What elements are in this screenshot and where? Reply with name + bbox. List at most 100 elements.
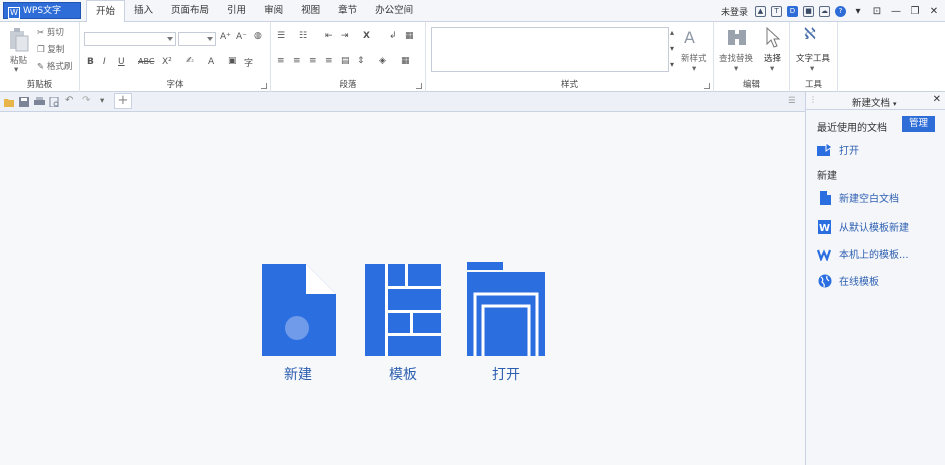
cloud-icon[interactable]: ☁ xyxy=(819,5,830,17)
image-icon[interactable]: ▲ xyxy=(755,5,766,17)
shirt-icon[interactable]: T xyxy=(771,5,782,17)
help-icon[interactable]: ? xyxy=(835,5,846,17)
bold-button[interactable]: B xyxy=(87,57,94,67)
align-center-icon[interactable]: ≡ xyxy=(293,56,301,66)
select-button[interactable]: 选择 xyxy=(764,52,781,64)
login-link[interactable]: 未登录 xyxy=(721,5,748,18)
bullet-list-icon[interactable]: ☰ xyxy=(277,31,285,41)
highlight-icon[interactable]: ✍ xyxy=(186,56,194,66)
print-preview-icon[interactable] xyxy=(49,97,60,107)
open-label[interactable]: 打开 xyxy=(461,364,551,384)
justify-icon[interactable]: ≡ xyxy=(325,56,333,66)
undo-icon[interactable]: ↶ xyxy=(65,95,73,106)
font-color-button[interactable]: A xyxy=(208,57,214,67)
tab-review[interactable]: 审阅 xyxy=(255,0,292,22)
tab-insert[interactable]: 插入 xyxy=(125,0,162,22)
cut-button[interactable]: ✂ 剪切 xyxy=(37,26,64,38)
line-spacing-icon[interactable]: ⇕ xyxy=(357,56,365,66)
borders-icon[interactable]: ▦ xyxy=(401,56,410,66)
new-style-dropdown-icon[interactable]: ▾ xyxy=(692,64,696,74)
copy-button[interactable]: ❐ 复制 xyxy=(37,43,64,55)
align-right-icon[interactable]: ≡ xyxy=(309,56,317,66)
template-label[interactable]: 模板 xyxy=(358,364,448,384)
gift-icon[interactable]: ■ xyxy=(803,5,814,17)
font-dialog-launcher[interactable] xyxy=(261,83,267,89)
select-dropdown-icon[interactable]: ▾ xyxy=(770,64,774,74)
gallery-more-icon[interactable]: ▾ xyxy=(670,60,674,69)
new-document-icon[interactable] xyxy=(262,264,336,356)
paste-dropdown-icon[interactable]: ▾ xyxy=(14,65,18,75)
chevron-down-icon xyxy=(167,37,173,41)
new-style-button[interactable]: 新样式 xyxy=(681,52,707,64)
restore-icon[interactable]: ❐ xyxy=(908,6,922,17)
gallery-down-icon[interactable]: ▾ xyxy=(670,44,674,53)
tab-section[interactable]: 章节 xyxy=(329,0,366,22)
open-link[interactable]: 打开 xyxy=(817,142,859,157)
find-replace-button[interactable]: 查找替换 xyxy=(719,52,753,64)
styles-gallery[interactable] xyxy=(431,27,669,72)
print-icon[interactable] xyxy=(34,97,45,107)
tab-office-space[interactable]: 办公空间 xyxy=(366,0,422,22)
shading-icon[interactable]: ◈ xyxy=(379,56,386,66)
template-icon[interactable] xyxy=(365,264,441,356)
text-box-icon[interactable]: ▦ xyxy=(405,31,414,41)
strikethrough-button[interactable]: ABC xyxy=(138,57,154,66)
customize-toolbar-icon[interactable]: ▾ xyxy=(100,96,104,106)
tab-page-layout[interactable]: 页面布局 xyxy=(162,0,218,22)
text-tools-button[interactable]: 文字工具 xyxy=(796,52,830,64)
increase-indent-icon[interactable]: ⇥ xyxy=(341,31,349,41)
clear-format-icon[interactable]: ◍ xyxy=(254,31,262,41)
italic-button[interactable]: I xyxy=(103,57,106,67)
grip-icon[interactable]: ⋮ xyxy=(809,95,817,104)
show-marks-icon[interactable]: ↲ xyxy=(389,31,397,41)
font-name-select[interactable] xyxy=(84,32,176,46)
superscript-button[interactable]: X² xyxy=(162,57,172,67)
decrease-indent-icon[interactable]: ⇤ xyxy=(325,31,333,41)
styles-dialog-launcher[interactable] xyxy=(704,83,710,89)
close-pane-icon[interactable]: ✕ xyxy=(933,94,941,105)
paste-button[interactable]: 粘贴 xyxy=(10,54,27,66)
online-template-link[interactable]: 在线模板 xyxy=(817,273,879,288)
chevron-down-icon: ▾ xyxy=(893,100,897,108)
find-replace-icon xyxy=(728,30,746,45)
wps-window: W WPS文字 开始 插入 页面布局 引用 审阅 视图 章节 办公空间 未登录 ▲… xyxy=(0,0,945,465)
local-template-link[interactable]: 本机上的模板... xyxy=(817,246,909,261)
format-painter-button[interactable]: ✎ 格式刷 xyxy=(37,60,72,72)
redo-icon[interactable]: ↷ xyxy=(82,95,90,106)
copy-icon: ❐ xyxy=(37,45,45,55)
align-left-icon[interactable]: ≡ xyxy=(277,56,285,66)
manage-button[interactable]: 管理 xyxy=(902,116,935,132)
tab-list-icon[interactable]: ☰ xyxy=(788,96,796,106)
find-dropdown-icon[interactable]: ▾ xyxy=(734,64,738,74)
dropdown-icon[interactable]: ▾ xyxy=(851,6,865,17)
text-tools-dropdown-icon[interactable]: ▾ xyxy=(810,64,814,74)
minimize-icon[interactable]: — xyxy=(889,6,903,17)
new-label[interactable]: 新建 xyxy=(253,364,343,384)
fullscreen-icon[interactable]: ⊡ xyxy=(870,6,884,17)
new-blank-document-link[interactable]: 新建空白文档 xyxy=(817,190,899,205)
close-icon[interactable]: ✕ xyxy=(927,6,941,17)
char-shading-icon[interactable]: ▣ xyxy=(228,56,237,66)
grow-font-button[interactable]: A⁺ xyxy=(220,32,231,42)
paragraph-dialog-launcher[interactable] xyxy=(416,83,422,89)
new-tab-plus-icon[interactable]: + xyxy=(114,93,132,109)
shrink-font-button[interactable]: A⁻ xyxy=(236,32,247,42)
app-menu-button[interactable]: W WPS文字 xyxy=(3,2,81,19)
tab-references[interactable]: 引用 xyxy=(218,0,255,22)
underline-button[interactable]: U xyxy=(118,57,125,67)
open-folder-icon[interactable] xyxy=(4,97,15,107)
numbered-list-icon[interactable]: ☷ xyxy=(299,31,307,41)
distribute-icon[interactable]: ▤ xyxy=(341,56,350,66)
task-pane-title[interactable]: 新建文档 ▾ xyxy=(852,95,897,109)
save-icon[interactable] xyxy=(19,97,30,107)
tab-home[interactable]: 开始 xyxy=(86,0,126,23)
chevron-down-icon xyxy=(207,37,213,41)
chinese-layout-icon[interactable]: X xyxy=(363,31,370,41)
tab-view[interactable]: 视图 xyxy=(292,0,329,22)
phonetic-icon[interactable]: 字 xyxy=(244,56,253,69)
gallery-up-icon[interactable]: ▴ xyxy=(670,28,674,37)
open-folder-big-icon[interactable] xyxy=(467,262,545,356)
d-icon[interactable]: D xyxy=(787,5,798,17)
from-default-template-link[interactable]: W 从默认模板新建 xyxy=(817,219,909,234)
font-size-select[interactable] xyxy=(178,32,216,46)
